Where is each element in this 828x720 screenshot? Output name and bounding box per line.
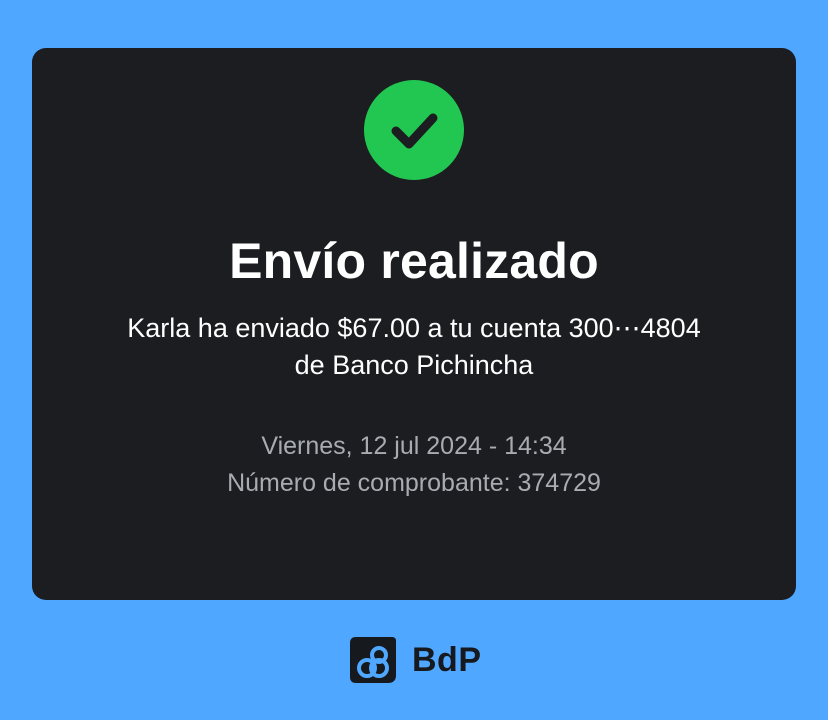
receipt-number: Número de comprobante: 374729: [227, 469, 601, 497]
confirmation-title: Envío realizado: [229, 233, 599, 289]
transfer-confirmation-card: Envío realizado Karla ha enviado $67.00 …: [32, 48, 796, 600]
checkmark-glyph: [391, 113, 438, 149]
message-line-2: de Banco Pichincha: [294, 350, 534, 380]
message-line-1: Karla ha enviado $67.00 a tu cuenta 300⋯…: [127, 313, 701, 343]
bdp-logo-icon: [350, 637, 396, 683]
transaction-details: Viernes, 12 jul 2024 - 14:34 Número de c…: [32, 428, 796, 502]
checkmark-icon: [364, 80, 464, 180]
confirmation-message: Karla ha enviado $67.00 a tu cuenta 300⋯…: [62, 310, 766, 384]
brand-footer: BdP: [348, 634, 482, 686]
transaction-date-time: Viernes, 12 jul 2024 - 14:34: [261, 432, 567, 460]
brand-name: BdP: [412, 640, 482, 679]
